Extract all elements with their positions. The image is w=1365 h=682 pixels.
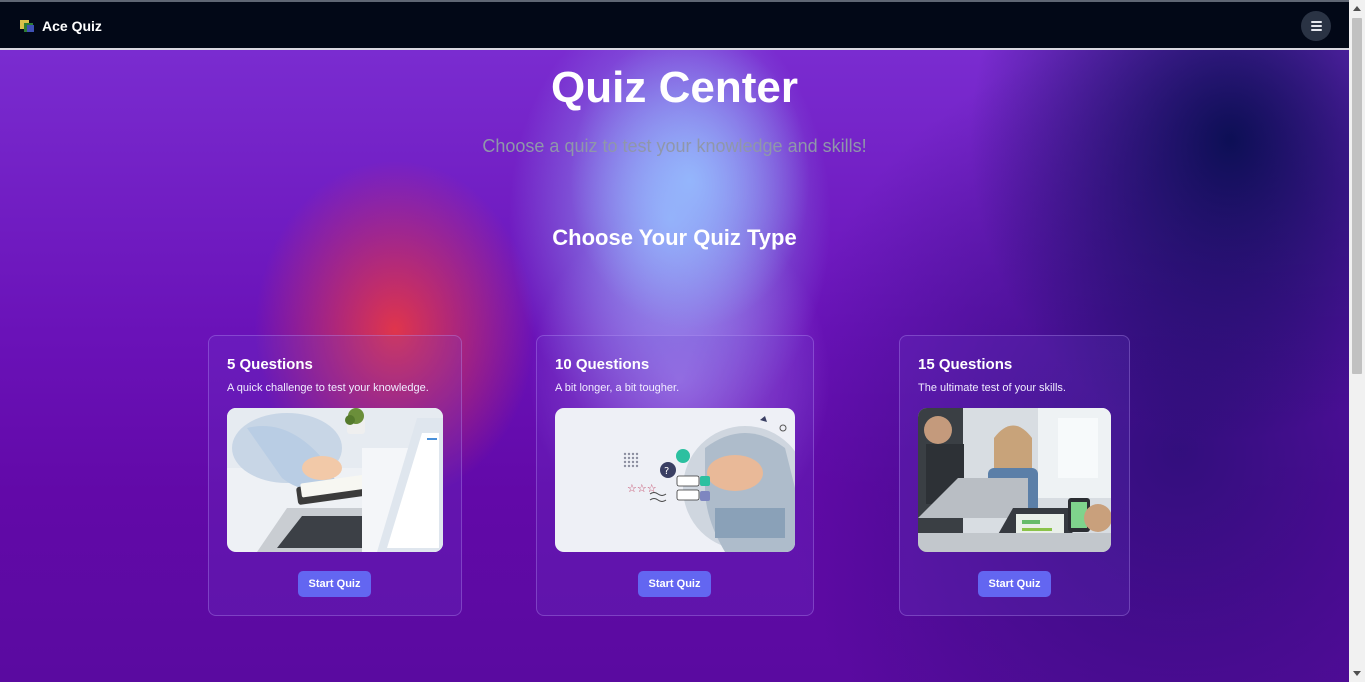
quiz-card-10: 10 Questions A bit longer, a bit tougher… [536,335,814,616]
brand[interactable]: Ace Quiz [20,18,102,34]
hamburger-menu-icon [1310,21,1322,23]
card-description: The ultimate test of your skills. [918,382,1066,394]
quiz-card-5: 5 Questions A quick challenge to test yo… [208,335,462,616]
page-subtitle: Choose a quiz to test your knowledge and… [482,136,867,156]
section-title: Choose Your Quiz Type [552,225,797,250]
scroll-down-arrow-icon[interactable] [1353,671,1361,676]
card-title: 15 Questions [918,356,1013,373]
svg-text:?: ? [664,466,669,477]
colored-squares-logo-icon [20,19,35,33]
card-image-team-laptops [918,408,1111,552]
start-quiz-button[interactable]: Start Quiz [978,571,1051,597]
card-image-quiz-illustration: ? ☆☆☆ [555,408,795,552]
quiz-card-15: 15 Questions The ultimate test of your s… [899,335,1130,616]
page-title: Quiz Center [551,63,798,112]
card-image-laptop-notes [227,408,443,552]
card-description: A bit longer, a bit tougher. [555,382,680,394]
scrollbar-thumb[interactable] [1352,18,1362,374]
vertical-scrollbar[interactable] [1349,0,1365,682]
navbar: Ace Quiz [0,2,1349,49]
brand-name[interactable]: Ace Quiz [42,18,102,34]
hamburger-menu-button[interactable] [1301,11,1331,41]
start-quiz-button[interactable]: Start Quiz [638,571,711,597]
start-quiz-button[interactable]: Start Quiz [298,571,371,597]
main-content: Quiz Center Choose a quiz to test your k… [0,50,1349,682]
scroll-up-arrow-icon[interactable] [1353,6,1361,11]
card-description: A quick challenge to test your knowledge… [227,382,429,394]
card-title: 5 Questions [227,356,313,373]
card-title: 10 Questions [555,356,650,373]
